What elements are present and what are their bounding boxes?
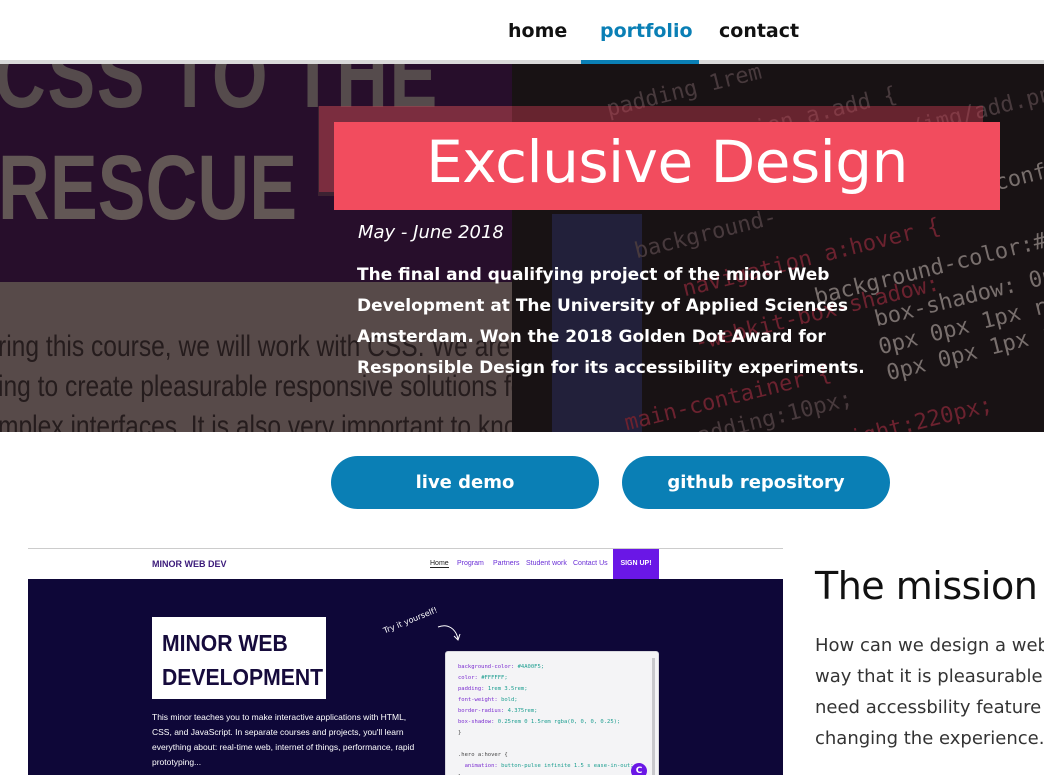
- screenshot-code-line: color: #FFFFFF;: [458, 675, 508, 681]
- mission-text-line: need accessbility feature: [815, 697, 1042, 718]
- screenshot-code-scrollbar: [652, 658, 655, 775]
- screenshot-code-panel: background-color: #4A00F5; color: #FFFFF…: [445, 651, 659, 775]
- screenshot-code-line: animation: button-pulse infinite 1.5 s e…: [464, 763, 634, 769]
- screenshot-link-program: Program: [457, 560, 484, 567]
- screenshot-code-line: background-color: #4A00F5;: [458, 664, 545, 670]
- screenshot-link-student-work: Student work: [526, 560, 567, 567]
- nav-link-contact[interactable]: contact: [719, 20, 799, 42]
- project-screenshot: MINOR WEB DEV Home Program Partners Stud…: [28, 548, 783, 775]
- mission-text-line: way that it is pleasurable fo: [815, 666, 1044, 687]
- hero-banner: CSS TO THE RESCUE ring this course, we w…: [0, 64, 1044, 432]
- screenshot-title-line2: DEVELOPMENT: [162, 664, 324, 690]
- screenshot-link-home: Home: [430, 560, 449, 568]
- screenshot-code-line: box-shadow: 0.25rem 0 1.5rem rgba(0, 0, …: [458, 719, 621, 725]
- screenshot-code-line: }: [458, 730, 462, 736]
- screenshot-link-partners: Partners: [493, 560, 520, 567]
- hero-title-box: Exclusive Design: [334, 122, 1000, 210]
- screenshot-code-line: border-radius: 4.375rem;: [458, 708, 538, 714]
- project-description: The final and qualifying project of the …: [357, 265, 865, 378]
- screenshot-description: This minor teaches you to make interacti…: [152, 712, 415, 767]
- screenshot-codepen-badge: C: [631, 763, 647, 775]
- nav-link-portfolio[interactable]: portfolio: [600, 20, 693, 42]
- mission-text-line: changing the experience.: [815, 728, 1044, 749]
- screenshot-brand: MINOR WEB DEV: [152, 559, 227, 569]
- project-date: May - June 2018: [358, 222, 504, 243]
- mission-text-line: How can we design a web: [815, 635, 1044, 656]
- screenshot-link-contact: Contact Us: [573, 560, 608, 567]
- screenshot-title: MINOR WEB DEVELOPMENT: [162, 626, 323, 694]
- screenshot-title-box: MINOR WEB DEVELOPMENT: [152, 617, 326, 699]
- screenshot-hero: MINOR WEB DEVELOPMENT Try it yourself! T…: [28, 579, 783, 775]
- screenshot-title-line1: MINOR WEB: [162, 630, 288, 656]
- screenshot-navbar: MINOR WEB DEV Home Program Partners Stud…: [28, 549, 783, 579]
- mission-heading: The mission: [815, 564, 1038, 608]
- screenshot-try-it-label: Try it yourself!: [382, 605, 439, 636]
- screenshot-signup-button: SIGN UP!: [613, 549, 659, 579]
- screenshot-code-line: padding: 1rem 3.5rem;: [458, 686, 528, 692]
- top-navigation: home portfolio contact: [0, 0, 1044, 64]
- nav-link-home[interactable]: home: [508, 20, 567, 42]
- screenshot-code-line: .hero a:hover {: [458, 752, 508, 758]
- github-repository-button[interactable]: github repository: [622, 456, 890, 509]
- curved-arrow-icon: [437, 625, 461, 641]
- screenshot-code-line: font-weight: bold;: [458, 697, 518, 703]
- project-title: Exclusive Design: [426, 128, 908, 196]
- live-demo-button[interactable]: live demo: [331, 456, 599, 509]
